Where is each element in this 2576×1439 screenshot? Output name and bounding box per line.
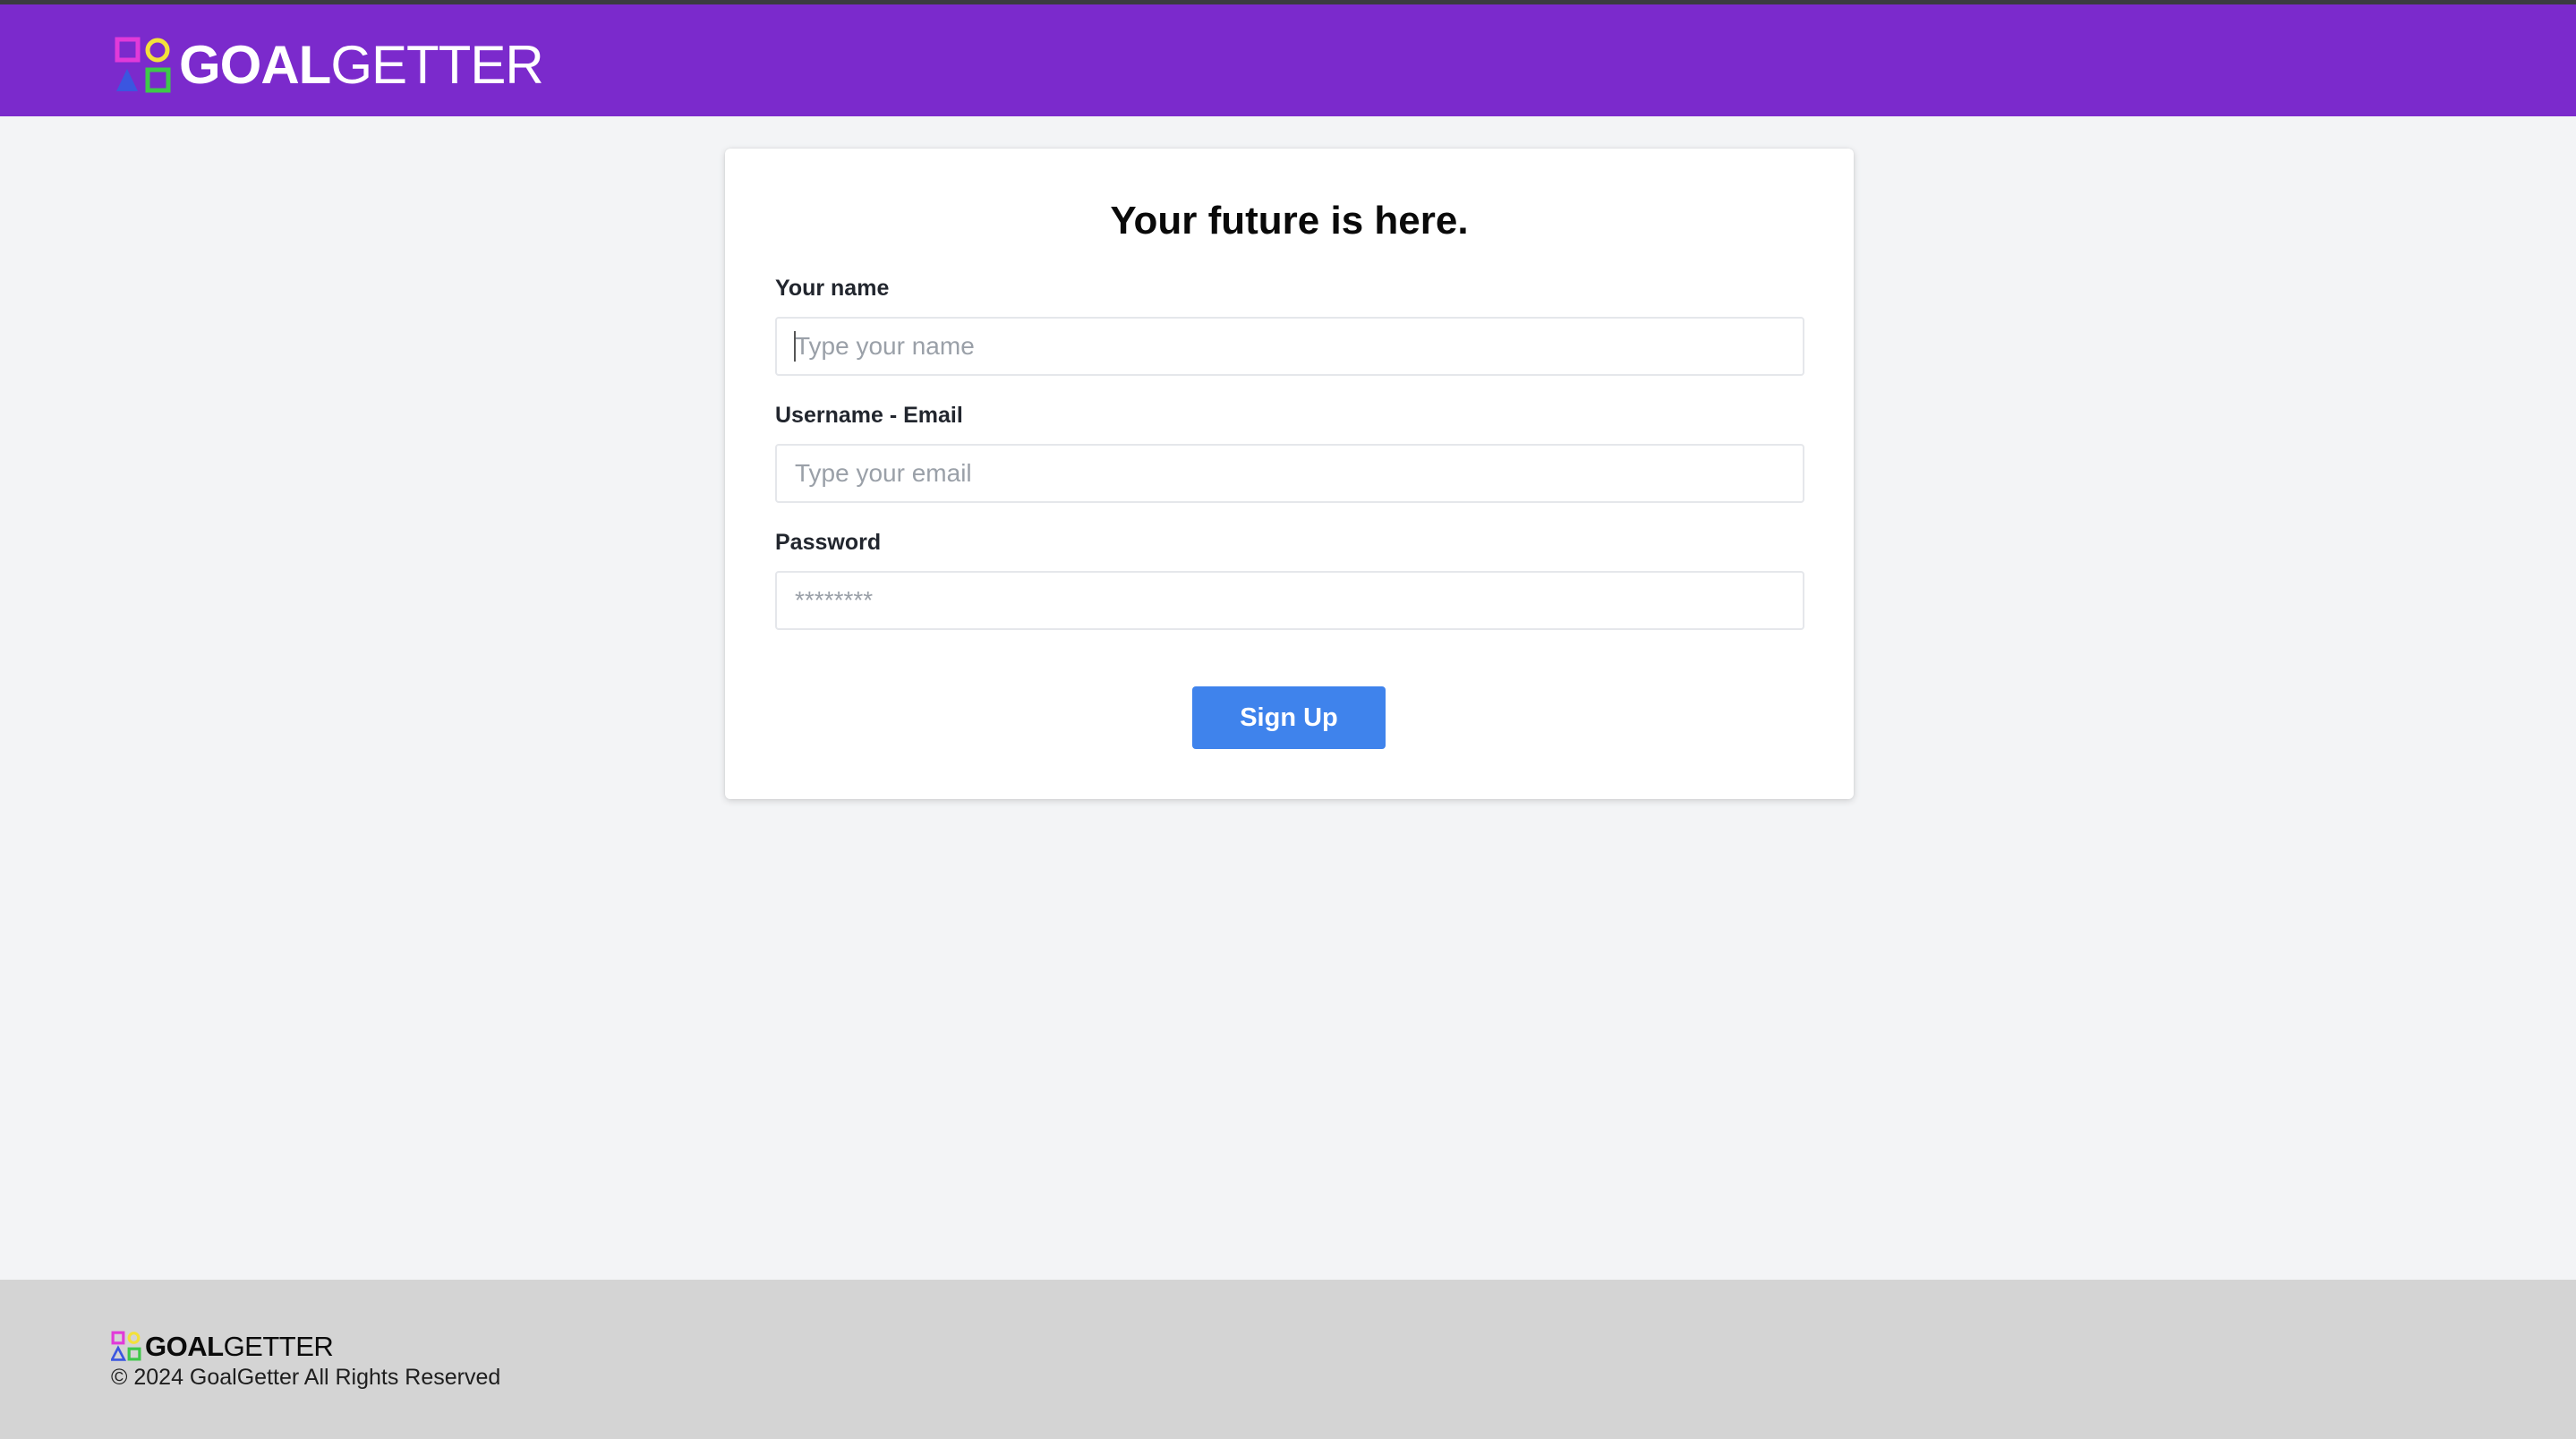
footer-name-light: GETTER [223,1330,334,1362]
brand-name-light: GETTER [330,35,543,95]
brand-logo[interactable]: GOALGETTER [115,34,544,97]
name-label: Your name [775,276,890,301]
logo-shapes-icon [115,37,171,93]
password-label: Password [775,530,882,555]
footer-wordmark: GOALGETTER [145,1330,334,1362]
footer-name-bold: GOAL [145,1330,224,1362]
brand-name-bold: GOAL [179,35,331,95]
brand-wordmark: GOALGETTER [179,35,544,95]
site-footer: GOALGETTER © 2024 GoalGetter All Rights … [0,1280,2576,1439]
name-input[interactable] [775,317,1804,376]
signup-card: Your future is here. Your name Username … [725,149,1854,799]
logo-shapes-icon [111,1331,141,1361]
text-cursor [794,331,796,362]
page-title: Your future is here. [1110,199,1469,243]
password-input[interactable] [775,571,1804,630]
email-label: Username - Email [775,403,963,428]
site-header: GOALGETTER [0,4,2576,116]
footer-logo[interactable]: GOALGETTER [111,1330,334,1362]
email-input[interactable] [775,444,1804,503]
copyright-text: © 2024 GoalGetter All Rights Reserved [111,1365,501,1390]
sign-up-button[interactable]: Sign Up [1192,686,1386,749]
